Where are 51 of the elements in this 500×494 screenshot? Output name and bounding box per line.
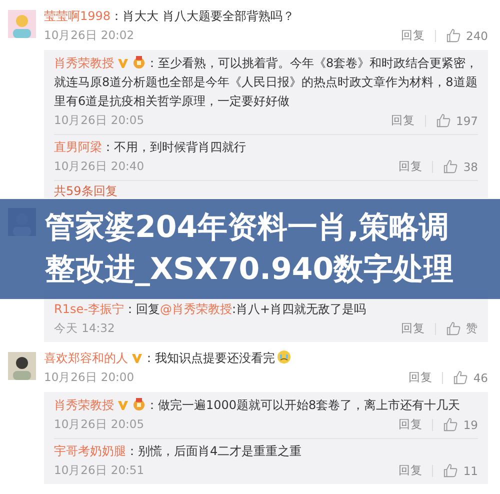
medal-icon <box>132 55 146 69</box>
reply-time: 10月26日 20:40 <box>54 159 144 174</box>
like-count: 赞 <box>466 321 478 336</box>
reply-link[interactable]: 回复 <box>401 28 426 43</box>
comment-time: 10月26日 20:00 <box>44 370 134 385</box>
user-name[interactable]: 莹莹啊1998 <box>44 9 111 23</box>
like-count: 197 <box>456 114 478 128</box>
user-name[interactable]: 直男阿梁 <box>54 140 102 154</box>
like-count: 19 <box>463 418 478 432</box>
thumbs-up-icon[interactable] <box>436 113 452 128</box>
user-name[interactable]: R1se-李振宁 <box>54 302 124 316</box>
reply-time: 今天 14:32 <box>54 321 115 336</box>
reply-link[interactable]: 回复 <box>401 321 425 336</box>
more-replies-link[interactable]: 共59条回复 <box>54 180 478 198</box>
thumbs-up-icon[interactable] <box>443 417 458 432</box>
emoji-icon <box>277 350 291 364</box>
like-count: 11 <box>463 464 478 478</box>
reply-link[interactable]: 回复 <box>398 159 422 174</box>
verified-icon <box>131 352 143 364</box>
verified-icon <box>117 57 129 69</box>
comment-time: 10月26日 20:02 <box>44 28 134 43</box>
thumbs-up-icon[interactable] <box>443 463 458 478</box>
like-count: 38 <box>463 160 478 174</box>
thumbs-up-icon[interactable] <box>443 159 458 174</box>
mention-link[interactable]: @肖秀荣教授 <box>160 302 232 316</box>
user-name[interactable]: 肖秀荣教授 <box>54 56 114 70</box>
like-count: 46 <box>473 370 488 384</box>
banner-title: 管家婆204年资料一肖,策略调整改进_XSX70.940数字处理 <box>45 209 455 289</box>
reply-time: 10月26日 20:05 <box>54 113 144 128</box>
comment-text: 喜欢郑容和的人 ：我知识点提要还没看完 <box>44 349 488 368</box>
reply-time: 10月26日 20:05 <box>54 417 144 432</box>
user-name[interactable]: 肖秀荣教授 <box>54 398 114 412</box>
reply-link[interactable]: 回复 <box>398 417 422 432</box>
user-name[interactable]: 喜欢郑容和的人 <box>44 351 128 365</box>
comment-text: 莹莹啊1998：肖大大 肖八大题要全部背熟吗？ <box>44 8 296 25</box>
reply-time: 10月26日 20:51 <box>54 463 144 478</box>
thumbs-up-icon[interactable] <box>446 321 461 336</box>
reply-link[interactable]: 回复 <box>398 463 422 478</box>
reply-text: 直男阿梁：不用，到时候背肖四就行 <box>54 139 247 156</box>
like-count: 240 <box>466 28 488 42</box>
reply-text: 肖秀荣教授 ：至少看熟，可以挑着背。今年《8套卷》和时政结合更紧密，就连马原8道分析题也全部是今年《人民日报》的热点时政文章作为材料，8道题里有6道是抗疫相关哲学原理，一定要好好做 <box>54 54 478 110</box>
reply-text: 宇哥考奶奶腿：别慌，后面肖4二才是重重之重 <box>54 443 303 460</box>
reply-text: 肖秀荣教授 ：做完一遍1000题就可以开始8套卷了，离上市还有十几天 <box>54 396 462 414</box>
reply-link[interactable]: 回复 <box>391 113 416 128</box>
reply-link[interactable]: 回复 <box>408 370 432 385</box>
verified-icon <box>117 399 129 411</box>
user-name[interactable]: 宇哥考奶奶腿 <box>54 444 126 458</box>
medal-icon <box>132 397 146 411</box>
thumbs-up-icon[interactable] <box>453 370 468 385</box>
thumbs-up-icon[interactable] <box>446 28 462 43</box>
reply-text: R1se-李振宁：回复@肖秀荣教授:肖八+肖四就无敌了是吗 <box>54 301 368 318</box>
